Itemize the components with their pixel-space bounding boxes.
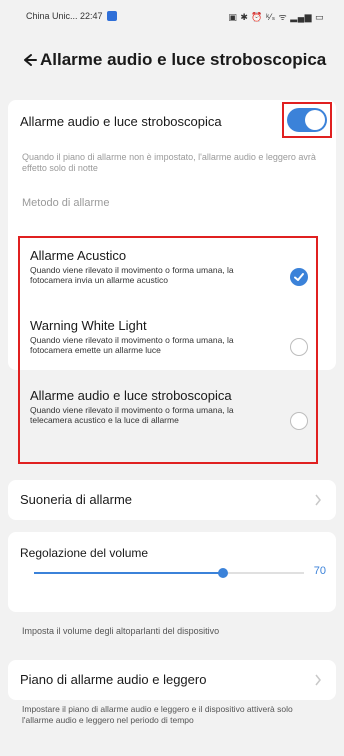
- status-left: China Unic... 22:47: [26, 11, 117, 21]
- volume-slider-fill: [34, 572, 223, 574]
- status-icons: ▣ ✱ ⏰ ᵏ⁄ₛ ᯤ ▂▄▆ ▭: [228, 11, 324, 22]
- volume-label: Regolazione del volume: [20, 546, 149, 560]
- main-toggle-label: Allarme audio e luce stroboscopica: [20, 114, 222, 129]
- method-desc: Quando viene rilevato il movimento o for…: [30, 265, 234, 285]
- page-header: Allarme audio e luce stroboscopica: [0, 40, 344, 80]
- ringtone-label: Suoneria di allarme: [20, 492, 133, 507]
- radio-unchecked[interactable]: [290, 412, 308, 430]
- status-bar: China Unic... 22:47 ▣ ✱ ⏰ ᵏ⁄ₛ ᯤ ▂▄▆ ▭: [0, 0, 344, 32]
- method-title: Warning White Light: [30, 318, 147, 333]
- main-toggle-hint: Quando il piano di allarme non è imposta…: [22, 152, 316, 173]
- method-option-audio-strobe[interactable]: Allarme audio e luce stroboscopica Quand…: [30, 388, 310, 430]
- page-title: Allarme audio e luce stroboscopica: [40, 50, 327, 69]
- method-label: Metodo di allarme: [22, 197, 110, 209]
- app-notification-icon: [106, 11, 117, 21]
- method-desc: Quando viene rilevato il movimento o for…: [30, 405, 234, 425]
- toggle-highlight: [282, 102, 332, 138]
- ringtone-row[interactable]: Suoneria di allarme: [8, 480, 336, 520]
- volume-card: Regolazione del volume 70: [8, 532, 336, 612]
- method-desc: Quando viene rilevato il movimento o for…: [30, 335, 234, 355]
- method-title: Allarme Acustico: [30, 248, 127, 263]
- method-title: Allarme audio e luce stroboscopica: [30, 388, 232, 403]
- method-option-white-light[interactable]: Warning White Light Quando viene rilevat…: [30, 318, 310, 356]
- volume-value: 70: [313, 565, 326, 577]
- carrier-time: China Unic... 22:47: [26, 11, 103, 21]
- radio-checked[interactable]: [290, 268, 308, 286]
- volume-slider-thumb[interactable]: [218, 568, 228, 578]
- chevron-right-icon: [315, 674, 321, 686]
- toggle-knob: [305, 110, 325, 130]
- plan-hint: Impostare il piano di allarme audio e le…: [22, 704, 293, 725]
- chevron-right-icon: [315, 494, 321, 506]
- check-icon: [294, 273, 304, 281]
- volume-slider[interactable]: [34, 568, 304, 578]
- volume-hint: Imposta il volume degli altoparlanti del…: [22, 626, 220, 636]
- main-toggle-switch[interactable]: [287, 108, 327, 132]
- radio-unchecked[interactable]: [290, 338, 308, 356]
- back-arrow-icon[interactable]: [20, 51, 38, 69]
- method-option-acoustic[interactable]: Allarme Acustico Quando viene rilevato i…: [30, 248, 310, 286]
- alarm-plan-row[interactable]: Piano di allarme audio e leggero: [8, 660, 336, 700]
- plan-label: Piano di allarme audio e leggero: [20, 672, 207, 687]
- alarm-methods-group: Allarme Acustico Quando viene rilevato i…: [18, 236, 318, 464]
